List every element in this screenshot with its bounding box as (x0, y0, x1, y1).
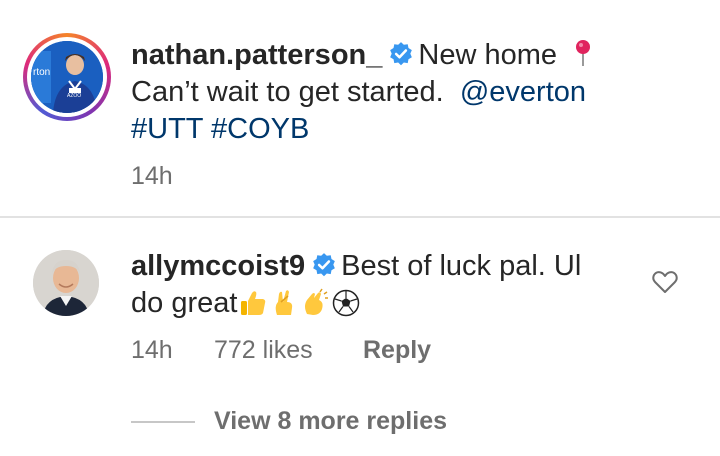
soccer-ball-icon (333, 289, 360, 317)
post-username[interactable]: nathan.patterson_ (131, 39, 382, 71)
view-more-replies-button[interactable]: View 8 more replies (214, 407, 447, 436)
comment-author-avatar[interactable] (33, 250, 99, 316)
like-heart-icon[interactable] (651, 268, 679, 296)
verified-badge-icon (313, 253, 335, 277)
caption-line-2: Can’t wait to get started. (131, 76, 444, 108)
comment-username[interactable]: allymccoist9 (131, 250, 305, 282)
post-timestamp: 14h (131, 162, 173, 190)
replies-divider-line (131, 421, 195, 423)
post-caption-text: nathan.patterson_ New home Can’t wait to … (131, 37, 691, 148)
divider (0, 216, 720, 218)
mention-link[interactable]: @everton (460, 76, 586, 108)
comment-likes-count[interactable]: 772 likes (214, 336, 313, 365)
round-pushpin-icon (576, 40, 591, 66)
post-author-avatar[interactable]: rton AZOO (23, 33, 111, 121)
post-caption: rton AZOO nathan.patterson_ New home Can’… (0, 0, 720, 216)
svg-text:rton: rton (33, 67, 50, 78)
caption-line-1: New home (418, 39, 557, 71)
thumbs-up-icon (241, 291, 266, 315)
verified-badge-icon (390, 42, 413, 66)
comment-line-2: do great (131, 287, 238, 319)
crossed-fingers-icon (276, 290, 293, 315)
comment-text: allymccoist9 Best of luck pal. Ul do grea… (131, 248, 641, 322)
hashtag-link[interactable]: #COYB (211, 113, 309, 145)
svg-text:AZOO: AZOO (67, 93, 81, 99)
clapping-hands-icon (305, 288, 329, 315)
reply-button[interactable]: Reply (363, 336, 431, 365)
hashtag-link[interactable]: #UTT (131, 113, 203, 145)
comment-timestamp: 14h (131, 336, 173, 364)
comment-line-1: Best of luck pal. Ul (341, 250, 582, 282)
